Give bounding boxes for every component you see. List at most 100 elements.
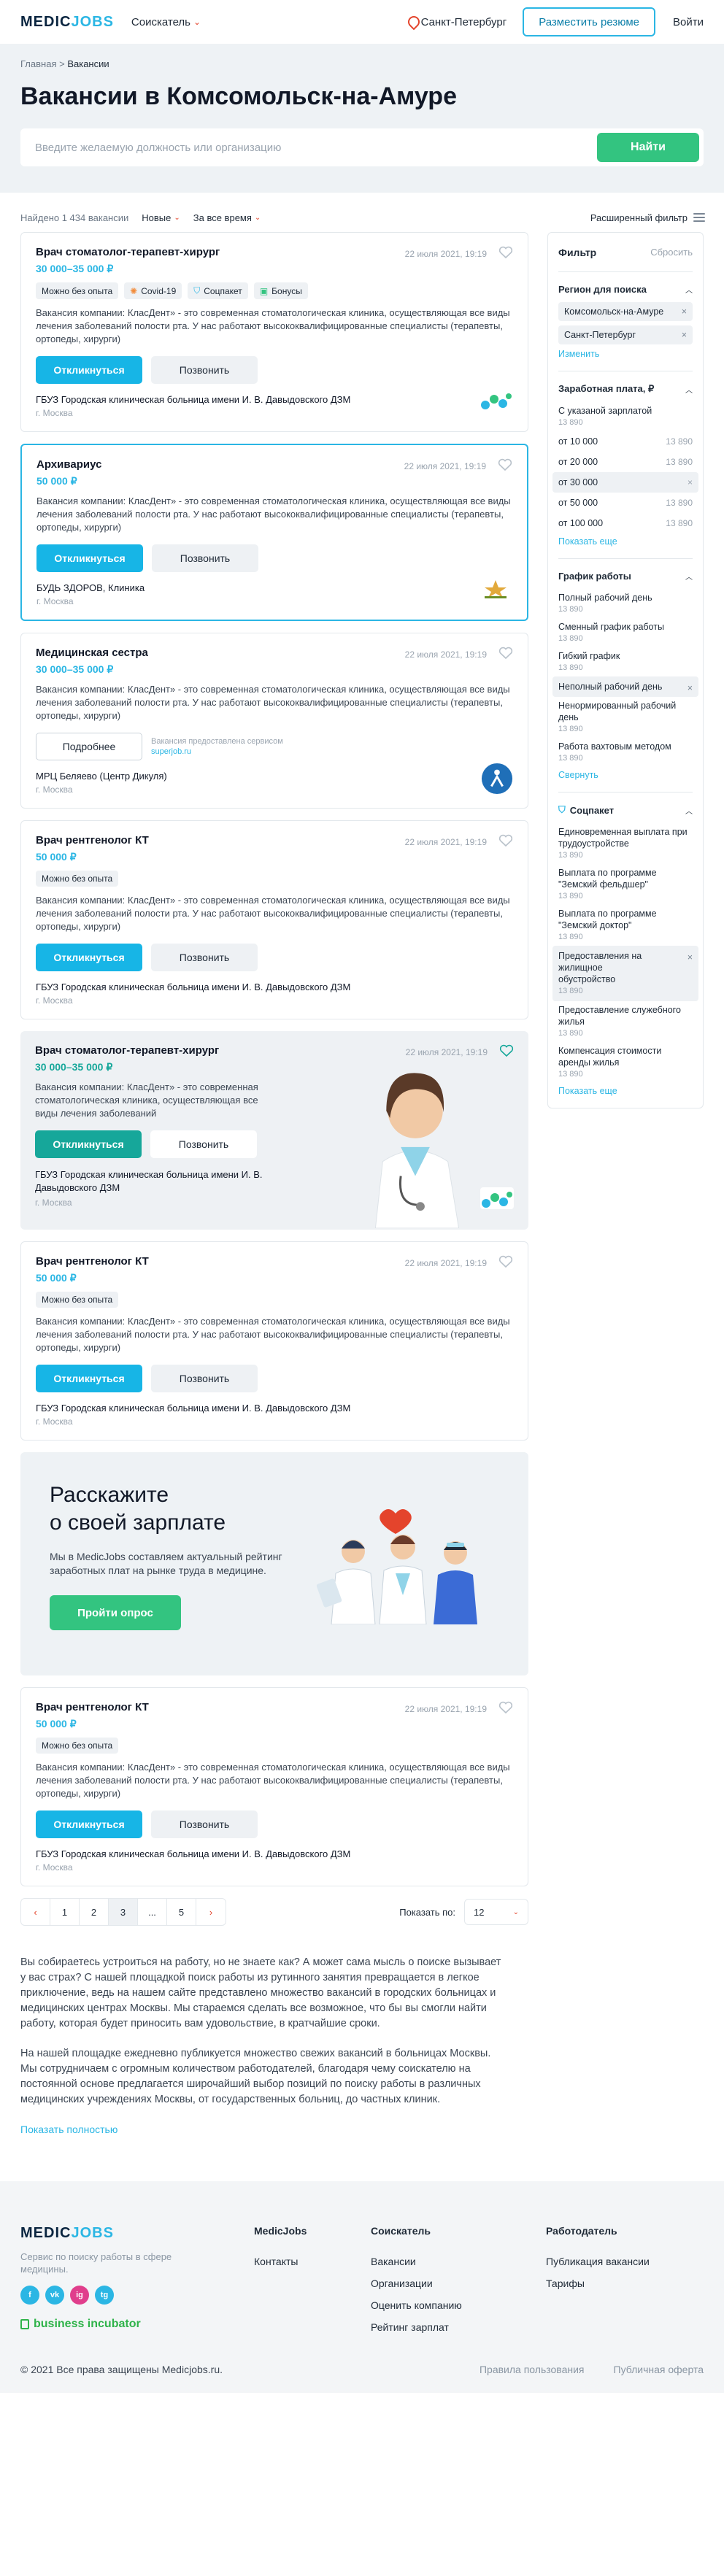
vacancy-card[interactable]: Врач рентгенолог КТ 50 000 ₽ 22 июля 202… [20, 1241, 528, 1441]
vacancy-card[interactable]: Медицинская сестра 30 000–35 000 ₽ 22 ию… [20, 633, 528, 809]
respond-button[interactable]: Откликнуться [36, 1365, 142, 1392]
search-input[interactable]: Введите желаемую должность или организац… [35, 142, 597, 154]
social-option-selected[interactable]: Предоставления на жилищное обустройство 1… [552, 946, 698, 1001]
call-button[interactable]: Позвонить [150, 1130, 257, 1158]
call-button[interactable]: Позвонить [152, 544, 258, 572]
respond-button[interactable]: Откликнуться [36, 1810, 142, 1838]
salary-option[interactable]: от 100 000 13 890 [558, 513, 693, 533]
favorite-heart-icon[interactable] [498, 834, 513, 847]
footer-link[interactable]: Организации [371, 2278, 546, 2289]
chevron-up-icon[interactable]: ︿ [685, 571, 693, 582]
salary-option[interactable]: от 20 000 13 890 [558, 452, 693, 472]
social-option[interactable]: Компенсация стоимости аренды жилья 13 890 [558, 1042, 693, 1083]
call-button[interactable]: Позвонить [151, 1810, 258, 1838]
facebook-icon[interactable]: f [20, 2286, 39, 2305]
call-button[interactable]: Позвонить [151, 1365, 258, 1392]
region-chip[interactable]: Комсомольск-на-Амуре × [558, 302, 693, 321]
prev-page-button[interactable]: ‹ [21, 1899, 50, 1925]
vacancy-card[interactable]: Архивариус 50 000 ₽ 22 июля 2021, 19:19 … [20, 444, 528, 621]
schedule-option[interactable]: Полный рабочий день 13 890 [558, 589, 693, 618]
favorite-heart-icon[interactable] [498, 1255, 513, 1268]
page-5[interactable]: 5 [167, 1899, 196, 1925]
vacancy-card-premium[interactable]: Врач стоматолог-терапевт-хирург 30 000–3… [20, 1031, 528, 1230]
more-button[interactable]: Подробнее [36, 733, 142, 760]
take-survey-button[interactable]: Пройти опрос [50, 1595, 181, 1630]
salary-option[interactable]: от 10 000 13 890 [558, 431, 693, 452]
login-link[interactable]: Войти [673, 16, 704, 28]
instagram-icon[interactable]: ig [70, 2286, 89, 2305]
business-incubator-logo[interactable]: business incubator [20, 2318, 254, 2331]
per-page-select[interactable]: 12 ⌄ [464, 1899, 528, 1925]
footer-link[interactable]: Контакты [254, 2256, 371, 2267]
favorite-heart-icon[interactable] [499, 1044, 514, 1057]
schedule-option-selected[interactable]: Неполный рабочий день × [552, 676, 698, 697]
vacancy-card[interactable]: Врач рентгенолог КТ 50 000 ₽ 22 июля 202… [20, 1687, 528, 1886]
page-1[interactable]: 1 [50, 1899, 80, 1925]
vk-icon[interactable]: vk [45, 2286, 64, 2305]
salary-option[interactable]: С указаной зарплатой 13 890 [558, 402, 693, 431]
chevron-up-icon[interactable]: ︿ [685, 284, 693, 295]
call-button[interactable]: Позвонить [151, 356, 258, 384]
show-more-link[interactable]: Показать еще [558, 536, 693, 547]
vacancy-employer[interactable]: ГБУЗ Городская клиническая больница имен… [36, 394, 513, 405]
footer-link[interactable]: Вакансии [371, 2256, 546, 2267]
close-icon: × [687, 683, 693, 693]
social-option[interactable]: Выплата по программе "Земский доктор" 13 … [558, 905, 693, 946]
respond-button[interactable]: Откликнуться [36, 356, 142, 384]
filter-reset[interactable]: Сбросить [650, 247, 693, 258]
advanced-filter-toggle[interactable]: Расширенный фильтр [590, 212, 705, 223]
vacancy-card[interactable]: Врач рентгенолог КТ 50 000 ₽ 22 июля 202… [20, 820, 528, 1019]
role-switcher[interactable]: Соискатель ⌄ [131, 16, 201, 28]
change-region-link[interactable]: Изменить [558, 349, 693, 359]
vacancy-employer[interactable]: МРЦ Беляево (Центр Дикуля) [36, 771, 513, 782]
region-chip[interactable]: Санкт-Петербург × [558, 325, 693, 344]
call-button[interactable]: Позвонить [151, 944, 258, 971]
terms-link[interactable]: Правила пользования [480, 2364, 585, 2375]
show-more-link[interactable]: Показать еще [558, 1086, 693, 1096]
schedule-option[interactable]: Работа вахтовым методом 13 890 [558, 738, 693, 767]
social-option[interactable]: Выплата по программе "Земский фельдшер" 1… [558, 864, 693, 905]
salary-option-selected[interactable]: от 30 000 × [552, 472, 698, 493]
offer-link[interactable]: Публичная оферта [614, 2364, 704, 2375]
telegram-icon[interactable]: tg [95, 2286, 114, 2305]
breadcrumb-home[interactable]: Главная [20, 58, 56, 69]
page-3-current[interactable]: 3 [109, 1899, 138, 1925]
collapse-link[interactable]: Свернуть [558, 770, 693, 780]
city-selector[interactable]: Санкт-Петербург [408, 16, 507, 28]
vacancy-employer[interactable]: ГБУЗ Городская клиническая больница имен… [36, 1848, 513, 1859]
respond-button[interactable]: Откликнуться [36, 944, 142, 971]
respond-button[interactable]: Откликнуться [36, 544, 143, 572]
respond-button[interactable]: Откликнуться [35, 1130, 142, 1158]
post-resume-button[interactable]: Разместить резюме [523, 7, 656, 36]
social-option[interactable]: Предоставление служебного жилья 13 890 [558, 1001, 693, 1042]
vacancy-employer[interactable]: ГБУЗ Городская клиническая больница имен… [36, 982, 513, 992]
favorite-heart-icon[interactable] [498, 246, 513, 259]
chevron-up-icon[interactable]: ︿ [685, 805, 693, 816]
footer-link[interactable]: Оценить компанию [371, 2299, 546, 2311]
page-2[interactable]: 2 [80, 1899, 109, 1925]
sort-dropdown[interactable]: Новые ⌄ [142, 212, 180, 223]
salary-option[interactable]: от 50 000 13 890 [558, 493, 693, 513]
social-option[interactable]: Единовременная выплата при трудоустройст… [558, 823, 693, 864]
footer-logo[interactable]: MEDICJOBS [20, 2225, 254, 2242]
footer-link[interactable]: Рейтинг зарплат [371, 2321, 546, 2333]
vacancy-employer[interactable]: БУДЬ ЗДОРОВ, Клиника [36, 582, 512, 593]
favorite-heart-icon[interactable] [498, 1701, 513, 1714]
show-full-link[interactable]: Показать полностью [20, 2122, 505, 2137]
schedule-option[interactable]: Сменный график работы 13 890 [558, 618, 693, 647]
chevron-up-icon[interactable]: ︿ [685, 384, 693, 395]
superjob-link[interactable]: superjob.ru [151, 747, 191, 756]
footer-link[interactable]: Публикация вакансии [546, 2256, 663, 2267]
favorite-heart-icon[interactable] [498, 647, 513, 660]
next-page-button[interactable]: › [196, 1899, 226, 1925]
footer-link[interactable]: Тарифы [546, 2278, 663, 2289]
schedule-option[interactable]: Гибкий график 13 890 [558, 647, 693, 676]
vacancy-employer[interactable]: ГБУЗ Городская клиническая больница имен… [35, 1168, 269, 1195]
schedule-option[interactable]: Ненормированный рабочий день 13 890 [558, 697, 693, 738]
period-dropdown[interactable]: За все время ⌄ [193, 212, 261, 223]
vacancy-card[interactable]: Врач стоматолог-терапевт-хирург 30 000–3… [20, 232, 528, 432]
favorite-heart-icon[interactable] [498, 458, 512, 471]
logo[interactable]: MEDICJOBS [20, 14, 114, 31]
vacancy-employer[interactable]: ГБУЗ Городская клиническая больница имен… [36, 1403, 513, 1414]
search-button[interactable]: Найти [597, 133, 699, 162]
